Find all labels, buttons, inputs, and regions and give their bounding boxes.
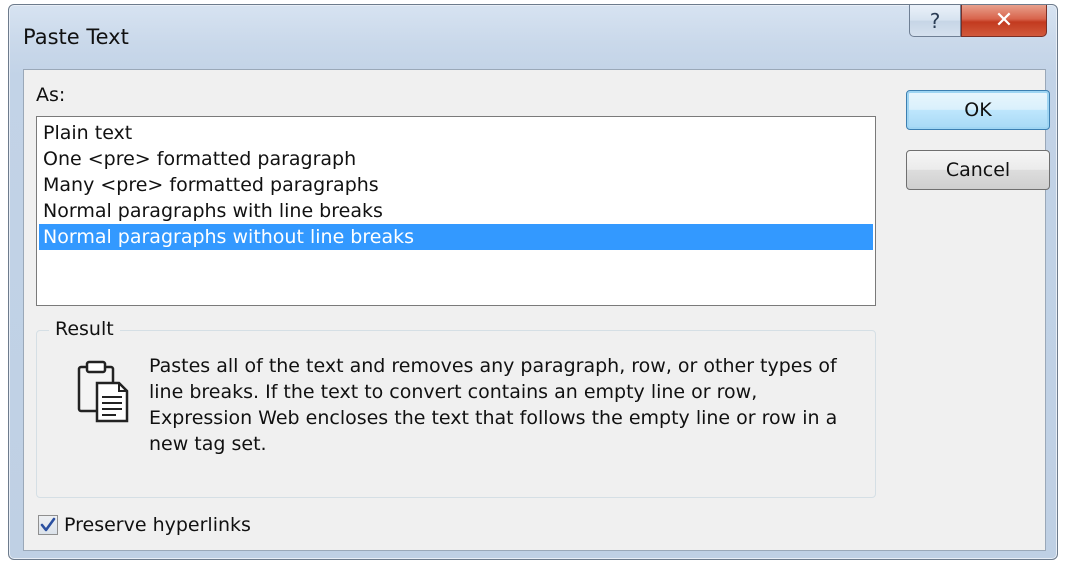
result-legend: Result [49, 318, 120, 340]
as-label: As: [36, 84, 66, 106]
dialog-body: As: Plain text One <pre> formatted parag… [23, 69, 1050, 551]
result-group: Result Pastes all of the text and remove… [36, 318, 876, 498]
list-item-one-pre-paragraph[interactable]: One <pre> formatted paragraph [39, 146, 873, 172]
dialog-title: Paste Text [23, 25, 129, 49]
cancel-button[interactable]: Cancel [906, 150, 1050, 190]
list-item-many-pre-paragraphs[interactable]: Many <pre> formatted paragraphs [39, 172, 873, 198]
checkmark-icon [40, 517, 56, 532]
ok-button[interactable]: OK [906, 90, 1050, 130]
close-icon: ✕ [994, 8, 1014, 33]
list-item-normal-with-line-breaks[interactable]: Normal paragraphs with line breaks [39, 198, 873, 224]
title-buttons: ? ✕ [909, 5, 1047, 37]
list-item-plain-text[interactable]: Plain text [39, 120, 873, 146]
help-icon: ? [929, 8, 941, 33]
close-button[interactable]: ✕ [961, 5, 1047, 37]
paste-icon [77, 360, 129, 423]
preserve-hyperlinks-label[interactable]: Preserve hyperlinks [64, 514, 251, 536]
paste-format-listbox[interactable]: Plain text One <pre> formatted paragraph… [36, 116, 876, 306]
help-button[interactable]: ? [909, 5, 961, 37]
preserve-hyperlinks-row[interactable]: Preserve hyperlinks [38, 514, 251, 536]
paste-text-dialog: Paste Text ? ✕ As: Plain text One <pre> … [8, 4, 1058, 560]
title-bar: Paste Text ? ✕ [9, 5, 1057, 65]
preserve-hyperlinks-checkbox[interactable] [38, 515, 58, 535]
list-item-normal-without-line-breaks[interactable]: Normal paragraphs without line breaks [39, 224, 873, 250]
result-description: Pastes all of the text and removes any p… [149, 355, 838, 455]
